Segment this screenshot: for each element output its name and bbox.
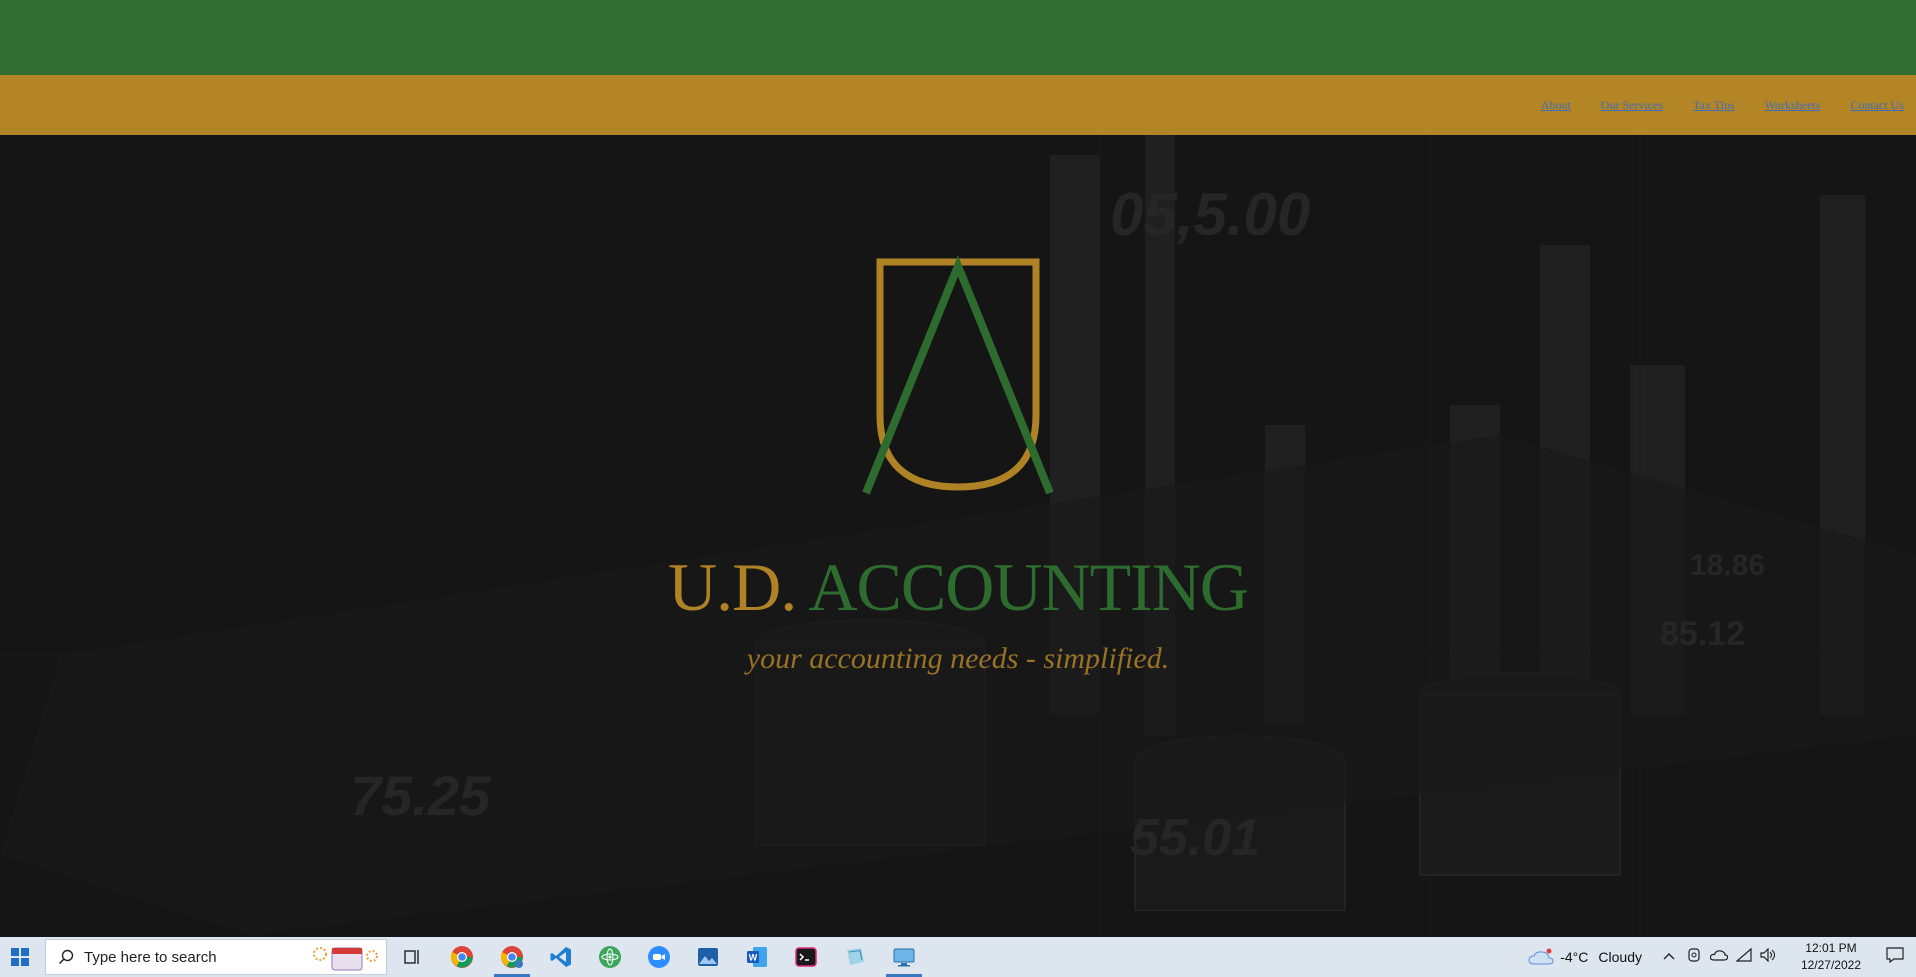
vscode-icon[interactable] <box>546 942 576 972</box>
nav-link-our-services[interactable]: Our Services <box>1601 98 1663 113</box>
nav-link-about[interactable]: About <box>1541 98 1571 113</box>
weather-temperature[interactable]: -4°C <box>1560 949 1588 965</box>
zoom-icon[interactable] <box>644 942 674 972</box>
windows-start-icon[interactable] <box>0 937 40 977</box>
chevron-up-icon[interactable] <box>1662 948 1676 966</box>
meet-now-icon[interactable] <box>1686 947 1702 968</box>
svg-text:W: W <box>749 953 758 963</box>
nav-link-contact-us[interactable]: Contact Us <box>1850 98 1904 113</box>
terminal-icon[interactable] <box>791 942 821 972</box>
nav-link-tax-tips[interactable]: Tax Tips <box>1693 98 1735 113</box>
navigation-bar: About Our Services Tax Tips Worksheets C… <box>0 75 1916 135</box>
brand-initials: U.D. <box>667 549 797 625</box>
remote-desktop-icon[interactable] <box>889 942 919 972</box>
chrome-profile-icon[interactable] <box>497 942 527 972</box>
taskbar-search-input[interactable]: Type here to search <box>45 939 387 975</box>
brand-tagline: your accounting needs - simplified. <box>746 642 1170 675</box>
task-view-icon[interactable] <box>397 942 427 972</box>
word-icon[interactable]: W <box>742 942 772 972</box>
ud-logo-icon <box>862 255 1054 495</box>
brand-title: U.D. ACCOUNTING <box>0 548 1916 627</box>
hero-section: 05,5.00 55.01 75.25 85.12 18.86 <box>0 135 1916 937</box>
notepad-icon[interactable] <box>840 942 870 972</box>
top-banner <box>0 0 1916 75</box>
cloudy-weather-icon[interactable] <box>1528 948 1554 966</box>
search-placeholder: Type here to search <box>84 948 217 966</box>
notifications-icon[interactable] <box>1886 946 1904 968</box>
clock-date: 12/27/2022 <box>1800 958 1861 972</box>
chrome-icon[interactable] <box>447 942 477 972</box>
wifi-icon[interactable] <box>1735 947 1752 967</box>
photos-icon[interactable] <box>693 942 723 972</box>
weather-description[interactable]: Cloudy <box>1598 949 1642 965</box>
clock-time: 12:01 PM <box>1805 941 1857 955</box>
onedrive-icon[interactable] <box>1709 948 1729 966</box>
windows-taskbar: Type here to search W -4°C Cloudy 12:01 … <box>0 937 1916 977</box>
volume-icon[interactable] <box>1760 947 1776 967</box>
search-icon <box>58 949 74 965</box>
system-clock[interactable]: 12:01 PM 12/27/2022 <box>1801 940 1861 974</box>
calendar-festive-icon <box>313 947 378 971</box>
brand-name: ACCOUNTING <box>808 549 1249 625</box>
nav-links: About Our Services Tax Tips Worksheets C… <box>1541 75 1904 135</box>
atom-icon[interactable] <box>595 942 625 972</box>
nav-link-worksheets[interactable]: Worksheets <box>1765 98 1821 113</box>
